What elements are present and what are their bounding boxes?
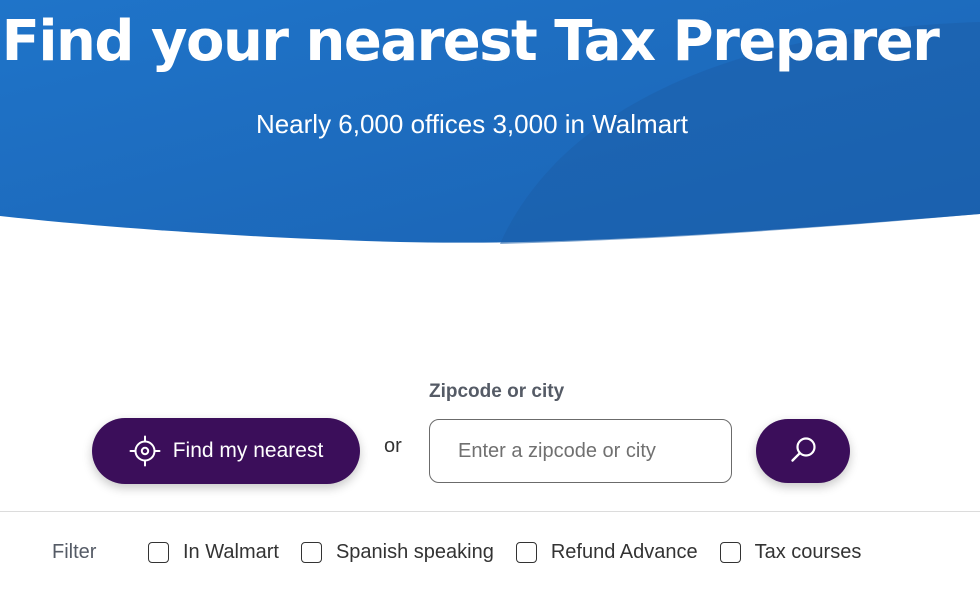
zipcode-input[interactable] (429, 419, 732, 483)
search-button[interactable] (756, 419, 850, 483)
filter-option-label: Tax courses (754, 540, 862, 563)
zipcode-label: Zipcode or city (429, 381, 565, 402)
checkbox[interactable] (148, 541, 169, 563)
checkbox[interactable] (515, 541, 537, 563)
filter-option-tax-courses[interactable]: Tax courses (719, 540, 862, 564)
filter-option-label: Refund Advance (550, 540, 698, 563)
filter-option-in-walmart[interactable]: In Walmart (148, 541, 279, 564)
hero-subtitle: Nearly 6,000 offices 3,000 in Walmart (255, 109, 689, 139)
checkbox[interactable] (300, 541, 322, 563)
search-icon (788, 435, 818, 468)
find-my-nearest-label: Find my nearest (172, 439, 324, 462)
filter-label: Filter (52, 540, 97, 563)
filter-option-refund-advance[interactable]: Refund Advance (515, 540, 698, 564)
or-separator: or (384, 435, 402, 457)
filter-option-label: Spanish speaking (335, 540, 494, 563)
filter-bar: Filter In Walmart Spanish speaking Refun… (52, 533, 883, 571)
find-my-nearest-button[interactable]: Find my nearest (92, 418, 360, 484)
divider (0, 511, 980, 512)
checkbox[interactable] (719, 541, 741, 563)
hero-banner: Find your nearest Tax Preparer Nearly 6,… (0, 0, 980, 245)
filter-option-spanish-speaking[interactable]: Spanish speaking (300, 540, 494, 564)
page-title: Find your nearest Tax Preparer (1, 9, 940, 74)
crosshair-location-icon (129, 435, 161, 467)
filter-option-label: In Walmart (183, 540, 279, 563)
